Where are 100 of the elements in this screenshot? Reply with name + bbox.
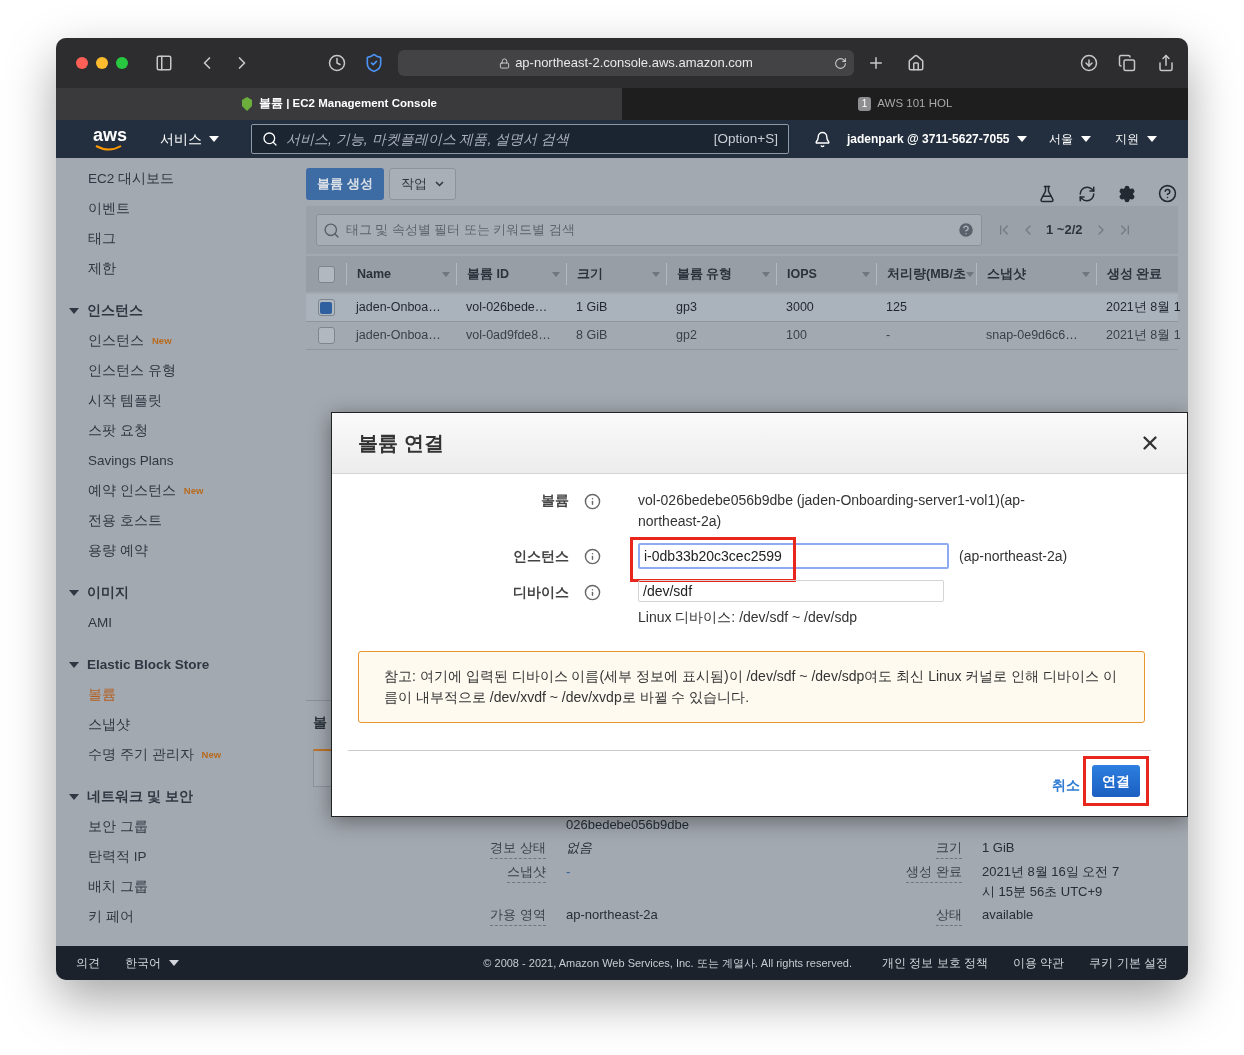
browser-tab[interactable]: 1 AWS 101 HOL (622, 88, 1188, 120)
info-icon[interactable] (584, 584, 601, 601)
table-cell: vol-0ad9fde8… (466, 328, 551, 343)
field-label: 상태 (936, 905, 962, 926)
sidebar-item[interactable]: 인스턴스 New (56, 326, 306, 356)
checkbox[interactable] (317, 299, 335, 316)
caret-icon (69, 662, 79, 668)
checkbox[interactable] (317, 327, 335, 344)
table-cell: snap-0e9d6c6… (986, 328, 1078, 343)
sidebar-item[interactable]: 스냅샷 (56, 710, 306, 740)
sidebar-item[interactable]: 인스턴스 유형 (56, 356, 306, 386)
history-icon[interactable] (328, 54, 346, 72)
reload-icon[interactable] (834, 56, 847, 70)
address-bar[interactable]: ap-northeast-2.console.aws.amazon.com (398, 50, 854, 76)
search-icon (262, 131, 278, 147)
field-label: 볼륨 (540, 491, 569, 510)
tab-title: 볼륨 | EC2 Management Console (259, 96, 437, 112)
refresh-icon[interactable] (1078, 184, 1096, 203)
home-icon[interactable] (907, 54, 925, 72)
close-window-button[interactable] (76, 57, 88, 69)
flask-icon[interactable] (1038, 184, 1056, 203)
filter-field[interactable]: 태그 및 속성별 필터 또는 키워드별 검색 (346, 220, 951, 240)
info-icon[interactable] (584, 548, 601, 565)
column-header[interactable]: 크기 (566, 263, 666, 285)
account-menu[interactable]: jadenpark @ 3711-5627-7055 (847, 130, 1028, 148)
sidebar-item[interactable]: 키 페어 (56, 902, 306, 932)
search-icon (323, 221, 340, 239)
column-header[interactable]: 처리량(MB/초 (876, 263, 976, 285)
filter-box[interactable]: 태그 및 속성별 필터 또는 키워드별 검색 (316, 214, 982, 246)
zone-text: (ap-northeast-2a) (959, 546, 1068, 566)
region-menu[interactable]: 서울 (1049, 130, 1092, 148)
actions-button[interactable]: 작업 (388, 168, 456, 200)
sidebar-item[interactable]: 태그 (56, 224, 306, 254)
browser-tab[interactable]: 볼륨 | EC2 Management Console (56, 88, 622, 120)
aws-logo[interactable]: aws (93, 124, 125, 154)
tabs-icon[interactable] (1118, 54, 1136, 72)
share-icon[interactable] (1157, 54, 1175, 72)
sidebar-item[interactable]: 탄력적 IP (56, 842, 306, 872)
settings-icon[interactable] (1118, 184, 1136, 203)
language-menu[interactable]: 한국어 (125, 954, 179, 972)
note-box: 참고: 여기에 입력된 디바이스 이름(세부 정보에 표시됨)이 /dev/sdf ~ /dev/sdp여도 최신 Linux 커널로 인해 디바이스 이름이 내부적으로 /dev/xvdf ~ /dev/xvdp로 바뀔 수 있습니다. (358, 651, 1145, 723)
notification-icon[interactable] (814, 130, 831, 148)
support-menu[interactable]: 지원 (1115, 130, 1158, 148)
caret-icon (1147, 136, 1158, 142)
column-header[interactable]: 볼륨 ID (456, 263, 566, 285)
sidebar-item[interactable]: 스팟 요청 (56, 416, 306, 446)
help-icon[interactable] (957, 221, 975, 239)
services-menu[interactable]: 서비스 (160, 128, 219, 150)
download-icon[interactable] (1080, 54, 1098, 72)
table-cell: 3000 (786, 300, 814, 315)
table-row[interactable]: jaden-Onboa… vol-026bede… 1 GiB gp3 3000 125 2021년 8월 1 (306, 294, 1178, 322)
field-label: 스냅샷 (507, 862, 546, 883)
info-icon[interactable] (584, 493, 601, 510)
search-box[interactable]: 서비스, 기능, 마켓플레이스 제품, 설명서 검색 [Option+S] (251, 124, 789, 154)
sidebar-icon[interactable] (155, 54, 173, 72)
sidebar-item[interactable]: Savings Plans (56, 446, 306, 476)
sidebar-item[interactable]: AMI (56, 608, 306, 638)
new-tab-icon[interactable] (867, 54, 885, 72)
help-icon[interactable] (1158, 184, 1177, 203)
sidebar-item[interactable]: 용량 예약 (56, 536, 306, 566)
column-header[interactable]: 생성 완료 (1096, 263, 1178, 285)
new-label: New (201, 747, 222, 762)
footer-link[interactable]: 개인 정보 보호 정책 (881, 954, 988, 972)
column-header[interactable]: 볼륨 유형 (666, 263, 776, 285)
sidebar-item[interactable]: 보안 그룹 (56, 812, 306, 842)
sidebar-item[interactable]: 예약 인스턴스 New (56, 476, 306, 506)
device-field[interactable]: /dev/sdf (638, 580, 944, 602)
sidebar-section-header[interactable]: 이미지 (56, 578, 306, 608)
minimize-window-button[interactable] (96, 57, 108, 69)
sidebar-section-header[interactable]: 인스턴스 (56, 296, 306, 326)
field-label: 인스턴스 (512, 547, 569, 566)
footer-link[interactable]: 쿠키 기본 설정 (1089, 954, 1168, 972)
sidebar-item[interactable]: 이벤트 (56, 194, 306, 224)
sidebar-item[interactable]: 제한 (56, 254, 306, 284)
caret-icon (69, 590, 79, 596)
caret-icon (69, 794, 79, 800)
zoom-window-button[interactable] (116, 57, 128, 69)
sidebar-section-header[interactable]: Elastic Block Store (56, 650, 306, 680)
attach-button[interactable]: 연결 (1092, 765, 1140, 797)
column-header[interactable]: Name (346, 263, 456, 285)
cancel-link[interactable]: 취소 (1052, 774, 1080, 796)
sidebar-item[interactable]: 수명 주기 관리자 New (56, 740, 306, 770)
checkbox[interactable] (317, 265, 335, 283)
create-volume-button[interactable]: 볼륨 생성 (306, 168, 384, 200)
sidebar-item[interactable]: 전용 호스트 (56, 506, 306, 536)
search-field[interactable]: 서비스, 기능, 마켓플레이스 제품, 설명서 검색 (286, 128, 706, 150)
instance-field[interactable]: i-0db33b20c3cec2599 (638, 543, 949, 569)
sidebar-item[interactable]: 시작 템플릿 (56, 386, 306, 416)
column-header[interactable]: 스냅샷 (976, 263, 1096, 285)
shield-icon[interactable] (364, 53, 384, 73)
sidebar-section-header[interactable]: 네트워크 및 보안 (56, 782, 306, 812)
table-row[interactable]: jaden-Onboa… vol-0ad9fde8… 8 GiB gp2 100 - snap-0e9d6c6… 2021년 8월 1 (306, 322, 1178, 350)
column-header[interactable]: IOPS (776, 263, 876, 285)
field-value[interactable]: - (566, 864, 571, 879)
url-text: ap-northeast-2.console.aws.amazon.com (515, 54, 753, 73)
sidebar-item[interactable]: EC2 대시보드 (56, 164, 306, 194)
feedback-link[interactable]: 의견 (76, 954, 100, 972)
caret-icon (69, 308, 79, 314)
footer-link[interactable]: 이용 약관 (1013, 954, 1065, 972)
sidebar-item[interactable]: 배치 그룹 (56, 872, 306, 902)
